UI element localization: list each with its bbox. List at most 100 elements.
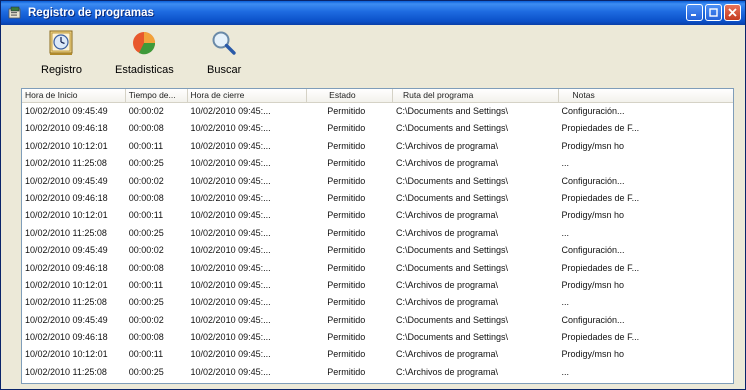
buscar-button[interactable]: Buscar — [207, 29, 241, 85]
cell-notas: Configuración... — [561, 245, 625, 256]
toolbar: Registro Estadisticas Buscar — [1, 25, 745, 87]
cell-estado: Permitido — [327, 210, 366, 221]
column-header-hora-cierre[interactable]: Hora de cierre — [187, 89, 308, 102]
pie-chart-icon — [130, 29, 158, 57]
table-row[interactable]: 10/02/2010 09:46:18 00:00:08 10/02/2010 09… — [22, 120, 733, 137]
cell-ruta: C:\Archivos de programa\ — [396, 366, 499, 377]
cell-notas: Configuración... — [561, 106, 625, 116]
cell-hora-inicio: 10/02/2010 11:25:08 — [25, 227, 107, 238]
magnifier-icon — [210, 29, 238, 57]
cell-tiempo: 00:00:02 — [128, 106, 164, 116]
cell-estado: Permitido — [327, 227, 366, 238]
table-row[interactable]: 10/02/2010 10:12:01 00:00:11 10/02/2010 09… — [22, 138, 733, 155]
cell-notas: ... — [561, 227, 570, 238]
registro-button[interactable]: Registro — [41, 29, 82, 85]
cell-hora-inicio: 10/02/2010 10:12:01 — [25, 140, 108, 151]
cell-hora-cierre: 10/02/2010 09:45:... — [190, 245, 271, 256]
table-row[interactable]: 10/02/2010 11:25:08 00:00:25 10/02/2010 09… — [22, 294, 733, 311]
cell-hora-inicio: 10/02/2010 10:12:01 — [25, 349, 108, 360]
app-icon — [8, 6, 22, 20]
cell-ruta: C:\Documents and Settings\ — [396, 123, 509, 134]
cell-hora-cierre: 10/02/2010 09:45:... — [190, 262, 271, 273]
cell-hora-cierre: 10/02/2010 09:45:... — [190, 279, 271, 290]
clock-icon — [47, 29, 75, 57]
cell-ruta: C:\Documents and Settings\ — [396, 245, 509, 256]
cell-hora-cierre: 10/02/2010 09:45:... — [190, 314, 271, 325]
cell-hora-inicio: 10/02/2010 09:46:18 — [25, 262, 108, 273]
cell-tiempo: 00:00:02 — [128, 314, 164, 325]
table-row[interactable]: 10/02/2010 09:45:49 00:00:02 10/02/2010 09… — [22, 242, 733, 259]
window-title: Registro de programas — [28, 7, 154, 19]
cell-estado: Permitido — [327, 158, 366, 169]
maximize-icon — [709, 8, 718, 17]
cell-hora-inicio: 10/02/2010 11:25:08 — [25, 366, 107, 377]
cell-estado: Permitido — [327, 192, 366, 203]
cell-tiempo: 00:00:11 — [128, 210, 164, 221]
column-header-tiempo[interactable]: Tiempo de... — [125, 89, 188, 102]
cell-estado: Permitido — [327, 279, 366, 290]
cell-hora-inicio: 10/02/2010 09:46:18 — [25, 332, 108, 343]
cell-estado: Permitido — [327, 262, 366, 273]
program-log-table[interactable]: Hora de Inicio Tiempo de... Hora de cier… — [21, 88, 734, 384]
cell-notas: ... — [561, 158, 570, 169]
cell-tiempo: 00:00:08 — [128, 332, 164, 343]
column-header-estado[interactable]: Estado — [307, 89, 393, 102]
close-button[interactable] — [724, 4, 741, 21]
maximize-button[interactable] — [705, 4, 722, 21]
window-controls — [686, 4, 741, 21]
cell-ruta: C:\Archivos de programa\ — [396, 210, 499, 221]
table-row[interactable]: 10/02/2010 09:46:18 00:00:08 10/02/2010 09… — [22, 329, 733, 346]
cell-tiempo: 00:00:02 — [128, 175, 164, 186]
table-body: 10/02/2010 09:45:49 00:00:02 10/02/2010 09… — [22, 103, 733, 381]
title-bar[interactable]: Registro de programas — [1, 1, 745, 25]
table-row[interactable]: 10/02/2010 11:25:08 00:00:25 10/02/2010 09… — [22, 364, 733, 381]
column-header-hora-inicio[interactable]: Hora de Inicio — [22, 89, 126, 102]
table-row[interactable]: 10/02/2010 09:46:18 00:00:08 10/02/2010 09… — [22, 190, 733, 207]
estadisticas-button[interactable]: Estadisticas — [115, 29, 174, 85]
table-row[interactable]: 10/02/2010 09:46:18 00:00:08 10/02/2010 09… — [22, 260, 733, 277]
close-icon — [728, 8, 737, 17]
cell-ruta: C:\Archivos de programa\ — [396, 158, 499, 169]
cell-hora-inicio: 10/02/2010 09:45:49 — [25, 175, 108, 186]
cell-notas: Configuración... — [561, 175, 625, 186]
cell-notas: Prodigy/msn ho — [561, 349, 625, 360]
cell-estado: Permitido — [327, 297, 366, 308]
column-header-ruta[interactable]: Ruta del programa — [392, 89, 559, 102]
cell-tiempo: 00:00:02 — [128, 245, 164, 256]
cell-ruta: C:\Documents and Settings\ — [396, 175, 509, 186]
cell-hora-cierre: 10/02/2010 09:45:... — [190, 297, 271, 308]
cell-hora-inicio: 10/02/2010 09:46:18 — [25, 192, 108, 203]
table-row[interactable]: 10/02/2010 10:12:01 00:00:11 10/02/2010 09… — [22, 207, 733, 224]
cell-notas: Propiedades de F... — [561, 123, 640, 134]
cell-hora-cierre: 10/02/2010 09:45:... — [190, 349, 271, 360]
cell-ruta: C:\Archivos de programa\ — [396, 297, 499, 308]
cell-estado: Permitido — [327, 332, 366, 343]
cell-notas: Configuración... — [561, 314, 625, 325]
buscar-label: Buscar — [207, 64, 242, 76]
cell-notas: Prodigy/msn ho — [561, 279, 625, 290]
cell-ruta: C:\Documents and Settings\ — [396, 106, 509, 116]
cell-hora-cierre: 10/02/2010 09:45:... — [190, 192, 271, 203]
cell-tiempo: 00:00:25 — [128, 158, 164, 169]
table-row[interactable]: 10/02/2010 10:12:01 00:00:11 10/02/2010 09… — [22, 346, 733, 363]
table-row[interactable]: 10/02/2010 09:45:49 00:00:02 10/02/2010 09… — [22, 312, 733, 329]
minimize-button[interactable] — [686, 4, 703, 21]
cell-tiempo: 00:00:25 — [128, 297, 164, 308]
cell-tiempo: 00:00:11 — [128, 349, 164, 360]
cell-tiempo: 00:00:08 — [128, 192, 164, 203]
cell-estado: Permitido — [327, 175, 366, 186]
table-row[interactable]: 10/02/2010 09:45:49 00:00:02 10/02/2010 09… — [22, 103, 733, 120]
table-row[interactable]: 10/02/2010 11:25:08 00:00:25 10/02/2010 09… — [22, 155, 733, 172]
cell-notas: Prodigy/msn ho — [561, 210, 625, 221]
estadisticas-label: Estadisticas — [115, 64, 174, 76]
cell-hora-inicio: 10/02/2010 09:45:49 — [25, 106, 108, 116]
cell-ruta: C:\Documents and Settings\ — [396, 314, 509, 325]
cell-notas: ... — [561, 366, 570, 377]
column-header-notas[interactable]: Notas — [558, 89, 733, 102]
cell-tiempo: 00:00:11 — [128, 279, 164, 290]
table-row[interactable]: 10/02/2010 09:45:49 00:00:02 10/02/2010 09… — [22, 173, 733, 190]
table-row[interactable]: 10/02/2010 11:25:08 00:00:25 10/02/2010 09… — [22, 225, 733, 242]
table-row[interactable]: 10/02/2010 10:12:01 00:00:11 10/02/2010 09… — [22, 277, 733, 294]
cell-hora-inicio: 10/02/2010 11:25:08 — [25, 158, 107, 169]
cell-notas: Propiedades de F... — [561, 332, 640, 343]
